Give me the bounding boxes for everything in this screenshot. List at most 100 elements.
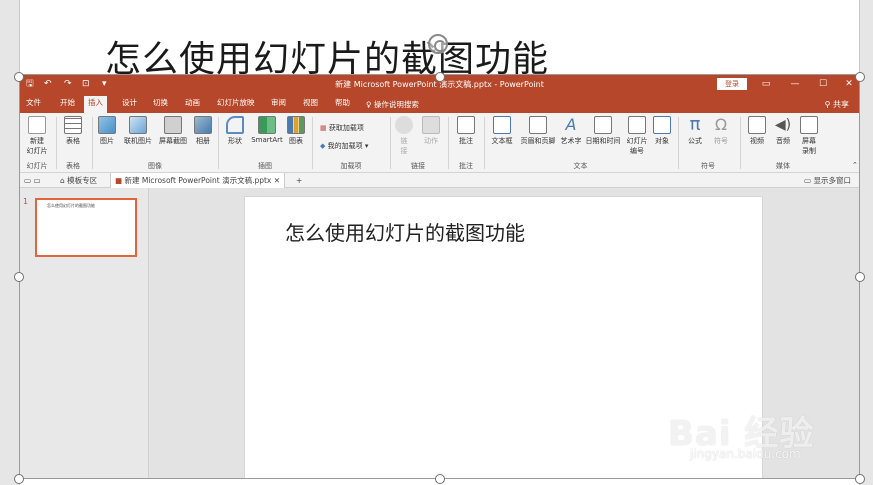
new-slide-label-2: 幻灯片: [26, 147, 48, 155]
group-divider: [740, 117, 741, 169]
wordart-button[interactable]: A 艺术字: [558, 116, 584, 146]
minimize-icon[interactable]: —: [788, 77, 802, 91]
resize-handle-bottom-right[interactable]: [855, 474, 865, 484]
symbol-button[interactable]: Ω 符号: [710, 116, 732, 146]
tab-review[interactable]: 审阅: [267, 97, 290, 113]
tab-view[interactable]: 视图: [299, 97, 322, 113]
my-addins-label: 我的加载项: [327, 142, 363, 150]
group-slides: 幻灯片: [26, 162, 48, 170]
table-button[interactable]: 表格: [62, 116, 84, 146]
group-divider: [448, 117, 449, 169]
online-picture-label: 联机图片: [124, 137, 152, 145]
online-picture-icon: [129, 116, 147, 134]
textbox-button[interactable]: 文本框: [489, 116, 515, 146]
screen-record-button[interactable]: 屏幕 录制: [798, 116, 820, 156]
slide-thumbnail[interactable]: 怎么使用幻灯片的截图功能: [35, 198, 137, 257]
chart-icon: [287, 116, 305, 134]
album-button[interactable]: 相册: [192, 116, 214, 146]
new-tab-icon[interactable]: +: [292, 173, 306, 188]
comment-button[interactable]: 批注: [454, 116, 478, 146]
slide-number-button[interactable]: 幻灯片 编号: [624, 116, 650, 156]
tab-file[interactable]: 文件: [22, 97, 45, 113]
maximize-icon[interactable]: ☐: [816, 77, 830, 91]
equation-label: 公式: [688, 137, 702, 145]
slide-title[interactable]: 怎么使用幻灯片的截图功能: [285, 217, 525, 246]
screenshot-label: 屏幕截图: [159, 137, 187, 145]
header-footer-icon: [529, 116, 547, 134]
online-picture-button[interactable]: 联机图片: [121, 116, 155, 146]
equation-button[interactable]: π 公式: [684, 116, 706, 146]
multi-window-button[interactable]: ▭ 显示多窗口: [804, 173, 851, 188]
object-button[interactable]: 对象: [652, 116, 672, 146]
file-tab-label: 新建 Microsoft PowerPoint 演示文稿.pptx: [124, 176, 272, 185]
folder-icon[interactable]: ▭ ▭: [20, 173, 45, 188]
video-icon: [748, 116, 766, 134]
link-label-1: 链: [400, 137, 408, 145]
my-addins-button[interactable]: ◆ 我的加载项 ▾: [320, 141, 368, 151]
resize-handle-left[interactable]: [14, 272, 24, 282]
group-tables: 表格: [66, 162, 80, 170]
new-slide-button[interactable]: 新建 幻灯片: [24, 116, 50, 156]
group-comments: 批注: [459, 162, 473, 170]
group-addins: 加载项: [340, 162, 362, 170]
file-tab[interactable]: ■ 新建 Microsoft PowerPoint 演示文稿.pptx ✕: [110, 173, 286, 188]
shapes-button[interactable]: 形状: [224, 116, 246, 146]
tab-transitions[interactable]: 切换: [149, 97, 172, 113]
resize-handle-top-right[interactable]: [855, 72, 865, 82]
tell-me-label: 操作说明搜索: [373, 100, 419, 109]
picture-button[interactable]: 图片: [96, 116, 118, 146]
symbol-label: 符号: [714, 137, 728, 145]
tab-home[interactable]: 开始: [56, 97, 79, 113]
resize-handle-top[interactable]: [435, 72, 445, 82]
group-divider: [92, 117, 93, 169]
shapes-icon: [226, 116, 244, 134]
template-tab[interactable]: ⌂ 模板专区: [56, 173, 101, 188]
group-divider: [218, 117, 219, 169]
login-button[interactable]: 登录: [717, 78, 747, 90]
resize-handle-bottom-left[interactable]: [14, 474, 24, 484]
screen-record-icon: [800, 116, 818, 134]
smartart-button[interactable]: SmartArt: [250, 116, 284, 144]
header-footer-label: 页眉和页脚: [520, 137, 556, 145]
action-label: 动作: [424, 137, 438, 145]
album-label: 相册: [196, 137, 210, 145]
group-media: 媒体: [776, 162, 790, 170]
tell-me-search[interactable]: ♀ 操作说明搜索: [366, 99, 419, 110]
slide-number-icon: [628, 116, 646, 134]
close-icon[interactable]: ✕: [842, 77, 856, 91]
tab-design[interactable]: 设计: [118, 97, 141, 113]
share-button[interactable]: ⚲ 共享: [825, 99, 849, 110]
group-divider: [56, 117, 57, 169]
speaker-icon: ◀): [774, 117, 792, 133]
ribbon-display-options-icon[interactable]: ▭: [759, 77, 773, 91]
group-divider: [390, 117, 391, 169]
datetime-button[interactable]: 日期和时间: [584, 116, 622, 146]
audio-label: 音频: [776, 137, 790, 145]
chart-button[interactable]: 图表: [286, 116, 306, 146]
rotate-handle-icon[interactable]: [428, 34, 448, 54]
calendar-icon: [594, 116, 612, 134]
slide-thumbnail-pane: 1 怎么使用幻灯片的截图功能: [20, 188, 149, 478]
tab-insert[interactable]: 插入: [84, 96, 107, 113]
link-icon: [395, 116, 413, 134]
resize-handle-bottom[interactable]: [435, 474, 445, 484]
textbox-icon: [493, 116, 511, 134]
album-icon: [194, 116, 212, 134]
get-addins-label: 获取加载项: [328, 124, 364, 132]
resize-handle-right[interactable]: [855, 272, 865, 282]
audio-button[interactable]: ◀) 音频: [772, 116, 794, 146]
action-button[interactable]: 动作: [420, 116, 442, 146]
screenshot-button[interactable]: 屏幕截图: [156, 116, 190, 146]
tab-slideshow[interactable]: 幻灯片放映: [213, 97, 259, 113]
tab-animations[interactable]: 动画: [181, 97, 204, 113]
resize-handle-top-left[interactable]: [14, 72, 24, 82]
header-footer-button[interactable]: 页眉和页脚: [518, 116, 558, 146]
get-addins-button[interactable]: ▦ 获取加载项: [320, 123, 364, 133]
tab-help[interactable]: 帮助: [331, 97, 354, 113]
video-button[interactable]: 视频: [746, 116, 768, 146]
collapse-ribbon-icon[interactable]: ⌃: [852, 161, 858, 169]
close-tab-icon[interactable]: ✕: [274, 176, 280, 185]
link-button[interactable]: 链 接: [394, 116, 414, 156]
group-divider: [678, 117, 679, 169]
screenshot-icon: [164, 116, 182, 134]
